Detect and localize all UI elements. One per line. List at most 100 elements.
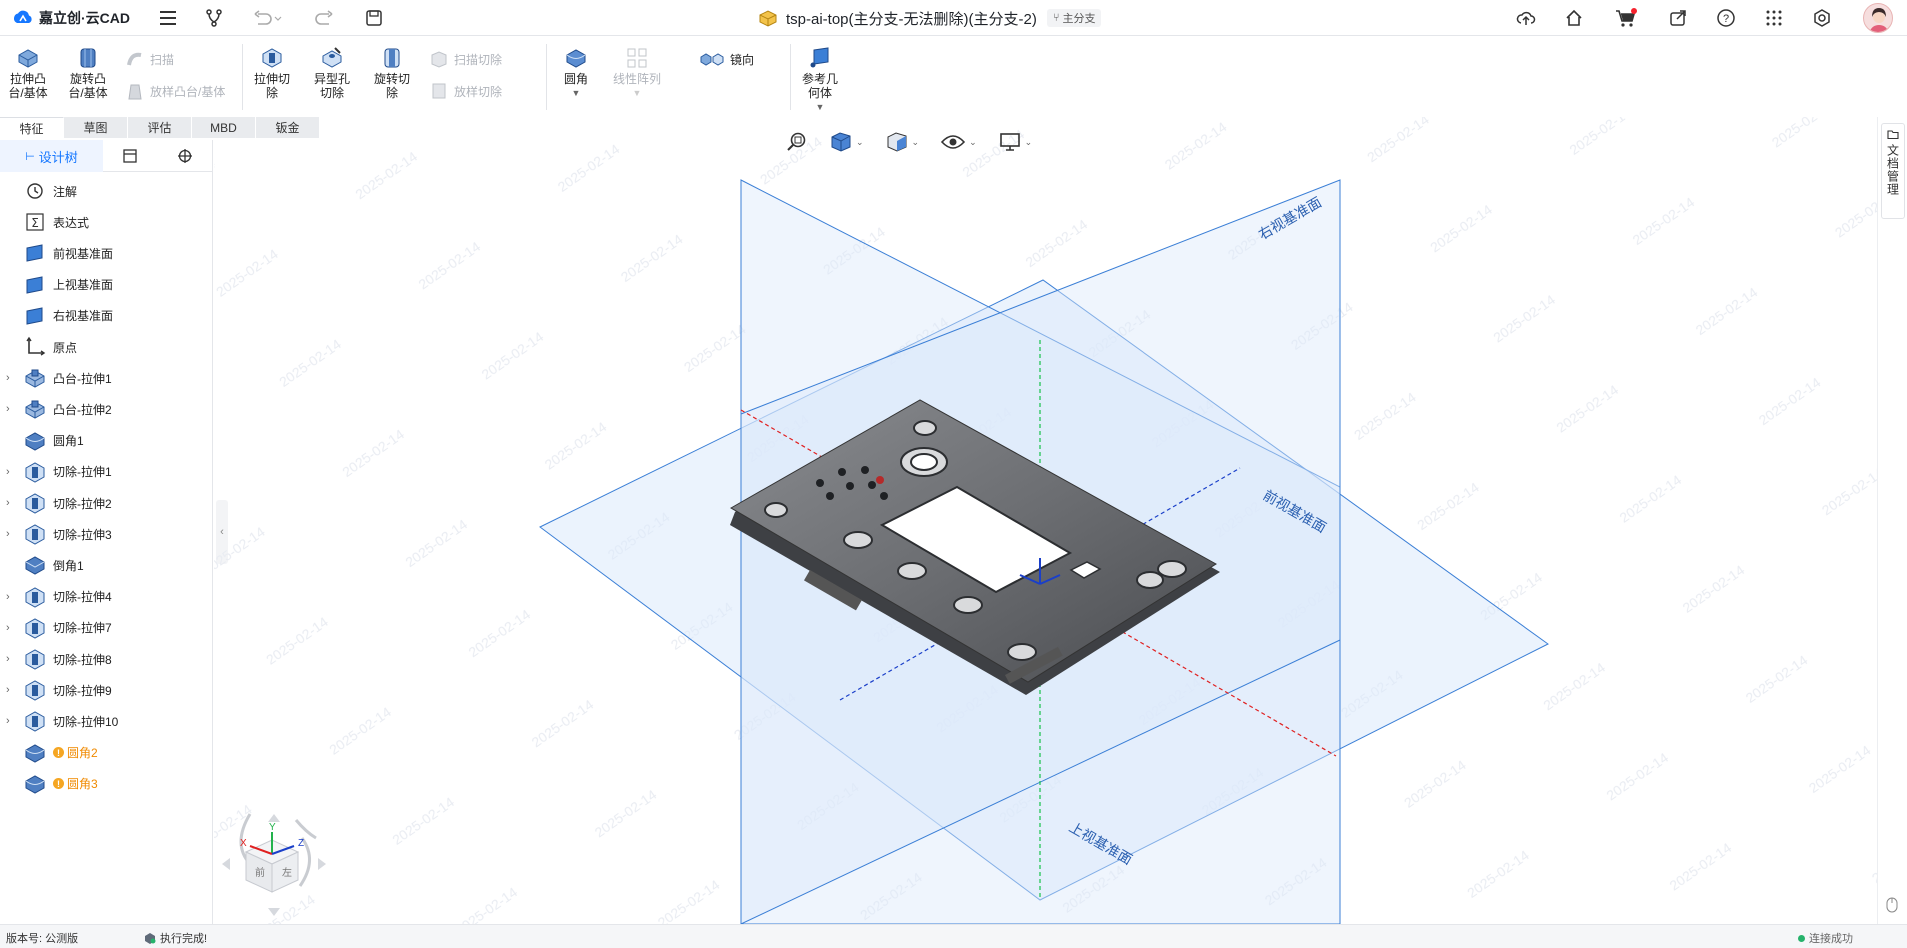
save-icon[interactable] [362, 6, 386, 30]
tree-item[interactable]: ! 圆角3 [0, 765, 212, 803]
mirror-button[interactable]: 镜向 [700, 50, 754, 68]
warning-icon: ! [53, 747, 64, 759]
fillet-label: 圆角 [563, 72, 588, 86]
reference-geometry-label: 参考几何体 [801, 72, 838, 100]
3d-viewport[interactable]: 2025-02-14 右视基准面 前视基准面 上视基准面 [214, 117, 1877, 924]
document-management-button[interactable]: 文档管理 [1881, 123, 1905, 219]
tree-item-label: 倒角1 [53, 558, 84, 573]
fillet-button[interactable]: 圆角 ▼ [554, 46, 598, 100]
share-icon[interactable] [1666, 6, 1690, 30]
cut-extrude-icon [24, 461, 46, 483]
home-icon[interactable] [1562, 6, 1586, 30]
extrude-boss-button[interactable]: 拉伸凸台/基体 [6, 46, 50, 100]
reference-geometry-dropdown-icon[interactable]: ▼ [816, 100, 825, 114]
feature-ribbon: 拉伸凸台/基体 旋转凸台/基体 扫描 放样凸台/基体 拉伸切除 异型孔切除 旋转… [0, 36, 1907, 117]
tree-item-label: 切除-拉伸4 [53, 590, 112, 605]
monitor-icon [999, 133, 1020, 151]
cut-extrude-icon [24, 710, 46, 732]
chevron-right-icon[interactable]: › [6, 715, 20, 727]
chevron-right-icon[interactable]: › [6, 372, 20, 384]
cut-extrude-icon [24, 648, 46, 670]
linear-pattern-icon [627, 48, 647, 68]
loft-boss-label: 放样凸台/基体 [150, 84, 226, 99]
view-toolbar: ⌄ ⌄ ⌄ ⌄ [786, 129, 1032, 155]
chevron-right-icon[interactable]: › [6, 497, 20, 509]
ribbon-divider [790, 44, 791, 110]
design-tree-label: 设计树 [38, 149, 78, 165]
triad-x-label: X [240, 838, 247, 849]
extrude-cut-button[interactable]: 拉伸切除 [250, 46, 294, 100]
hole-wizard-button[interactable]: 异型孔切除 [310, 46, 354, 100]
display-style-button[interactable]: ⌄ [886, 131, 919, 153]
reference-geometry-button[interactable]: 参考几何体 ▼ [798, 46, 842, 114]
tab-features[interactable]: 特征 [0, 117, 64, 138]
visibility-button[interactable]: ⌄ [941, 133, 977, 151]
revolve-cut-button[interactable]: 旋转切除 [370, 46, 414, 100]
fillet-icon [566, 49, 586, 68]
chevron-right-icon[interactable]: › [6, 622, 20, 634]
chevron-down-icon: ⌄ [1024, 136, 1033, 147]
top-bar: 嘉立创·云CAD tsp-ai-top(主分支-无法删除)(主分支-2) ⑂ 主… [0, 0, 1907, 36]
help-icon[interactable]: ? [1714, 6, 1738, 30]
tab-design-tree[interactable]: ⊢ 设计树 [0, 140, 104, 172]
branch-tag[interactable]: ⑂ 主分支 [1046, 9, 1102, 27]
user-avatar[interactable] [1863, 3, 1893, 33]
cart-icon[interactable] [1614, 6, 1638, 30]
chevron-right-icon[interactable]: › [6, 528, 20, 540]
ribbon-divider [546, 44, 547, 110]
revolve-boss-button[interactable]: 旋转凸台/基体 [66, 46, 110, 100]
scene-canvas[interactable]: 2025-02-14 右视基准面 前视基准面 上视基准面 [214, 117, 1877, 924]
chevron-right-icon[interactable]: › [6, 591, 20, 603]
chevron-right-icon[interactable]: › [6, 403, 20, 415]
branch-icon[interactable] [202, 6, 226, 30]
tree-item-label: 上视基准面 [53, 278, 114, 293]
triad-y-label: Y [269, 822, 276, 833]
document-title-text: tsp-ai-top(主分支-无法删除)(主分支-2) [786, 10, 1037, 28]
apps-grid-icon[interactable] [1762, 6, 1786, 30]
tab-origin[interactable] [158, 140, 212, 172]
chevron-right-icon[interactable]: › [6, 653, 20, 665]
upload-cloud-icon[interactable] [1514, 6, 1538, 30]
tree-item-label: 圆角3 [67, 777, 98, 792]
ribbon-divider [242, 44, 243, 110]
crosshair-icon [177, 149, 192, 163]
fillet-dropdown-icon[interactable]: ▼ [572, 86, 581, 100]
panel-tabs: ⊢ 设计树 [0, 140, 212, 172]
zoom-fit-button[interactable] [786, 131, 808, 153]
tree-item-label: 凸台-拉伸2 [53, 402, 112, 417]
version-text: 版本号: 公测版 [6, 933, 79, 945]
document-title: tsp-ai-top(主分支-无法删除)(主分支-2) ⑂ 主分支 [758, 7, 1102, 29]
boss-extrude-icon [24, 367, 46, 389]
sweep-button[interactable]: 扫描 [126, 50, 174, 68]
eye-icon [941, 135, 966, 149]
tab-properties[interactable] [103, 140, 157, 172]
chevron-right-icon[interactable]: › [6, 684, 20, 696]
cut-extrude-icon [24, 586, 46, 608]
linear-pattern-dropdown-icon[interactable]: ▼ [633, 86, 642, 100]
sweep-cut-button[interactable]: 扫描切除 [430, 50, 502, 68]
settings-icon[interactable] [1810, 6, 1834, 30]
app-logo[interactable]: 嘉立创·云CAD [12, 6, 130, 30]
cut-extrude-icon [24, 492, 46, 514]
view-settings-button[interactable]: ⌄ [999, 132, 1033, 152]
display-style-icon [887, 132, 907, 152]
linear-pattern-label: 线性阵列 [612, 72, 661, 86]
tab-evaluate[interactable]: 评估 [128, 117, 192, 138]
chevron-right-icon[interactable]: › [6, 466, 20, 478]
redo-icon[interactable] [312, 6, 336, 30]
svg-text:Σ: Σ [31, 216, 39, 230]
tab-sketch[interactable]: 草图 [64, 117, 128, 138]
tree-item-label: 表达式 [53, 215, 90, 230]
extrude-boss-label: 拉伸凸台/基体 [8, 72, 48, 100]
menu-icon[interactable] [156, 6, 180, 30]
sweep-cut-icon [431, 51, 447, 68]
revolve-boss-label: 旋转凸台/基体 [68, 72, 108, 100]
branch-tag-label: 主分支 [1062, 13, 1096, 25]
undo-icon[interactable] [250, 6, 284, 30]
linear-pattern-button[interactable]: 线性阵列 ▼ [612, 46, 662, 100]
loft-cut-button[interactable]: 放样切除 [430, 82, 502, 100]
loft-boss-button[interactable]: 放样凸台/基体 [126, 82, 225, 100]
chevron-down-icon: ⌄ [969, 136, 977, 147]
sweep-icon [127, 52, 142, 66]
view-orientation-button[interactable]: ⌄ [830, 131, 864, 153]
